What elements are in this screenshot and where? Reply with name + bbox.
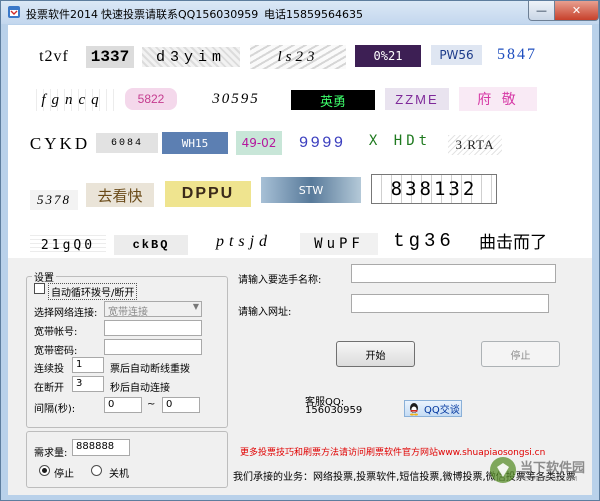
stop-radio[interactable]: [39, 465, 50, 476]
stop-radio-label[interactable]: 停止: [54, 465, 74, 480]
watermark-text: 当下软件园: [520, 461, 586, 476]
captcha-image: 838132: [371, 174, 497, 204]
settings-group-title: 设置: [32, 269, 56, 284]
captcha-image: WuPF: [300, 233, 378, 255]
captcha-image: WH15: [162, 132, 228, 154]
captcha-image: 5378: [30, 190, 78, 210]
auto-redial-checkbox[interactable]: [34, 283, 45, 294]
votes-suffix: 票后自动断线重拨: [110, 364, 190, 375]
captcha-image: 49-02: [236, 131, 282, 155]
captcha-image: X HDt: [368, 133, 432, 149]
url-label: 请输入网址:: [238, 307, 292, 318]
url-input[interactable]: [351, 294, 549, 313]
auto-redial-label[interactable]: 自动循环拨号/断开: [48, 283, 138, 300]
window-contact: 快速投票请联系QQ156030959: [101, 8, 259, 21]
start-button[interactable]: 开始: [336, 341, 415, 367]
shutdown-radio[interactable]: [91, 465, 102, 476]
captcha-image: 去看快: [86, 183, 154, 207]
window-title: 投票软件2014: [26, 8, 98, 21]
reconnect-input[interactable]: 3: [72, 376, 104, 392]
app-icon: [8, 6, 20, 18]
captcha-image: ls23: [250, 45, 346, 69]
captcha-panel: t2vf 1337 d3yim ls23 0%21 PW56 5847 fgnc…: [8, 25, 592, 258]
title-bar[interactable]: 投票软件2014 快速投票请联系QQ156030959 电话1585956463…: [1, 1, 599, 24]
close-button[interactable]: ✕: [554, 1, 599, 21]
votes-label: 连续投: [34, 364, 64, 375]
qq-chat-button-label: QQ交谈: [424, 405, 460, 416]
interval-min-input[interactable]: 0: [104, 397, 142, 413]
captcha-image: 21gQ0: [30, 235, 106, 255]
window-phone: 电话15859564635: [264, 8, 363, 21]
captcha-image: 曲击而了: [479, 232, 547, 253]
interval-max-input[interactable]: 0: [162, 397, 200, 413]
captcha-image: 0%21: [355, 45, 421, 67]
candidate-label: 请输入要选手名称:: [238, 275, 322, 286]
qq-chat-button[interactable]: QQ交谈: [404, 400, 462, 417]
minimize-button[interactable]: —: [528, 1, 555, 21]
qq-icon: [410, 402, 418, 415]
stop-button[interactable]: 停止: [481, 341, 560, 367]
network-select[interactable]: 宽带连接 ▼: [104, 301, 202, 318]
captcha-image: 英勇: [291, 90, 375, 110]
votes-input[interactable]: 1: [72, 357, 104, 373]
captcha-image: 30595: [212, 90, 260, 107]
password-label: 宽带密码:: [34, 346, 78, 357]
watermark-subtext: DOWNXIA.COM: [524, 475, 578, 483]
captcha-image: 1337: [86, 46, 134, 68]
captcha-image: 府 敬: [459, 87, 537, 111]
captcha-image: 5822: [125, 88, 177, 110]
demand-input[interactable]: 888888: [72, 439, 130, 456]
reconnect-suffix: 秒后自动连接: [110, 383, 170, 394]
account-input[interactable]: [104, 320, 202, 336]
downxia-logo-icon: [490, 457, 516, 483]
captcha-image: 5847: [492, 44, 542, 66]
network-label: 选择网络连接:: [34, 308, 98, 319]
captcha-image: ZZME: [385, 88, 449, 110]
captcha-image: CYKD: [30, 134, 90, 153]
shutdown-radio-label[interactable]: 关机: [109, 465, 129, 480]
interval-separator: ~: [147, 399, 156, 410]
captcha-image: DPPU: [165, 181, 251, 207]
network-select-value: 宽带连接: [108, 307, 148, 318]
captcha-image: 6084: [96, 133, 158, 153]
support-qq: 156030959: [305, 405, 363, 416]
demand-label: 需求量:: [34, 448, 68, 459]
interval-label: 间隔(秒):: [34, 404, 76, 415]
captcha-image: fgncq: [30, 89, 116, 111]
captcha-image: tg36: [393, 230, 455, 252]
password-input[interactable]: [104, 339, 202, 355]
client-area: t2vf 1337 d3yim ls23 0%21 PW56 5847 fgnc…: [8, 25, 592, 495]
captcha-image: 3.RTA: [448, 135, 502, 155]
app-window: 投票软件2014 快速投票请联系QQ156030959 电话1585956463…: [0, 0, 600, 501]
captcha-image: 9999: [298, 134, 346, 152]
captcha-image: ptsjd: [215, 233, 273, 250]
candidate-input[interactable]: [351, 264, 556, 283]
captcha-image: d3yim: [142, 47, 240, 67]
captcha-image: PW56: [431, 45, 482, 65]
captcha-image: ckBQ: [114, 235, 188, 255]
captcha-image: STW: [261, 177, 361, 203]
chevron-down-icon: ▼: [192, 302, 199, 311]
captcha-image: t2vf: [39, 48, 69, 65]
reconnect-label: 在断开: [34, 383, 64, 394]
watermark-logo: 当下软件园 DOWNXIA.COM: [488, 451, 588, 491]
account-label: 宽带帐号:: [34, 327, 78, 338]
